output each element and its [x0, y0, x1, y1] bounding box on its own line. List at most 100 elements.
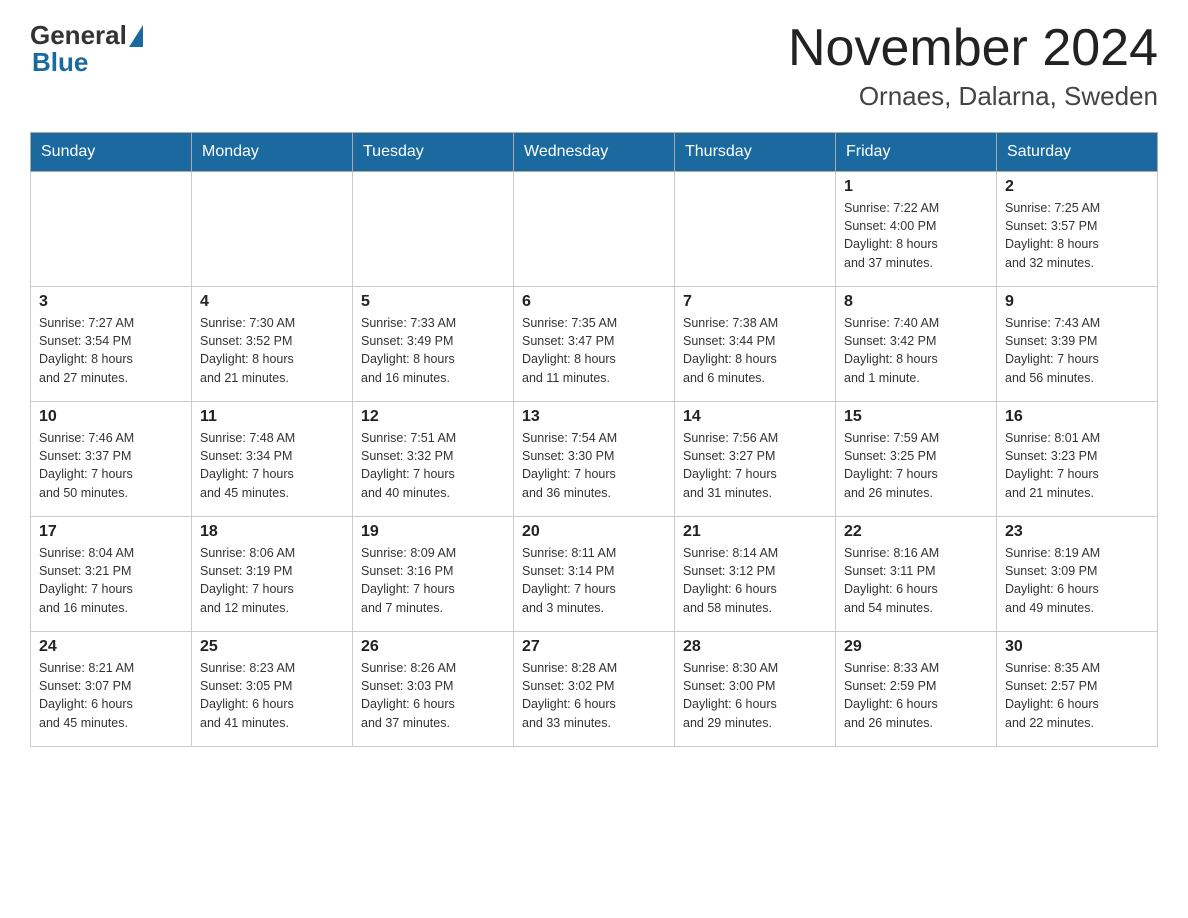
- day-number: 23: [1005, 523, 1149, 541]
- calendar-cell: 30 Sunrise: 8:35 AMSunset: 2:57 PMDayligh…: [997, 632, 1158, 747]
- week-row-3: 10 Sunrise: 7:46 AMSunset: 3:37 PMDayligh…: [31, 402, 1158, 517]
- day-number: 19: [361, 523, 505, 541]
- day-number: 7: [683, 293, 827, 311]
- day-number: 25: [200, 638, 344, 656]
- day-number: 17: [39, 523, 183, 541]
- day-number: 27: [522, 638, 666, 656]
- calendar-cell: 6 Sunrise: 7:35 AMSunset: 3:47 PMDaylight…: [514, 287, 675, 402]
- calendar-cell: 29Sunrise: 8:33 AMSunset: 2:59 PMDayligh…: [836, 632, 997, 747]
- day-number: 2: [1005, 178, 1149, 196]
- day-number: 21: [683, 523, 827, 541]
- day-number: 12: [361, 408, 505, 426]
- day-number: 26: [361, 638, 505, 656]
- day-info: Sunrise: 8:28 AMSunset: 3:02 PMDaylight:…: [522, 659, 666, 732]
- day-number: 24: [39, 638, 183, 656]
- day-info: Sunrise: 7:54 AMSunset: 3:30 PMDaylight:…: [522, 429, 666, 502]
- calendar-cell: 4 Sunrise: 7:30 AMSunset: 3:52 PMDaylight…: [192, 287, 353, 402]
- day-info: Sunrise: 8:01 AMSunset: 3:23 PMDaylight:…: [1005, 429, 1149, 502]
- calendar-cell: 1 Sunrise: 7:22 AMSunset: 4:00 PMDaylight…: [836, 172, 997, 287]
- calendar-cell: 14Sunrise: 7:56 AMSunset: 3:27 PMDayligh…: [675, 402, 836, 517]
- weekday-header-thursday: Thursday: [675, 133, 836, 172]
- calendar-cell: 27 Sunrise: 8:28 AMSunset: 3:02 PMDayligh…: [514, 632, 675, 747]
- day-number: 18: [200, 523, 344, 541]
- day-number: 16: [1005, 408, 1149, 426]
- week-row-2: 3Sunrise: 7:27 AMSunset: 3:54 PMDaylight…: [31, 287, 1158, 402]
- weekday-header-tuesday: Tuesday: [353, 133, 514, 172]
- calendar-cell: 22 Sunrise: 8:16 AMSunset: 3:11 PMDayligh…: [836, 517, 997, 632]
- weekday-header-sunday: Sunday: [31, 133, 192, 172]
- day-number: 20: [522, 523, 666, 541]
- calendar-cell: 19 Sunrise: 8:09 AMSunset: 3:16 PMDayligh…: [353, 517, 514, 632]
- calendar-cell: 23Sunrise: 8:19 AMSunset: 3:09 PMDayligh…: [997, 517, 1158, 632]
- day-info: Sunrise: 7:33 AMSunset: 3:49 PMDaylight:…: [361, 314, 505, 387]
- weekday-header-saturday: Saturday: [997, 133, 1158, 172]
- day-info: Sunrise: 8:06 AMSunset: 3:19 PMDaylight:…: [200, 544, 344, 617]
- calendar-cell: 26 Sunrise: 8:26 AMSunset: 3:03 PMDayligh…: [353, 632, 514, 747]
- day-info: Sunrise: 7:30 AMSunset: 3:52 PMDaylight:…: [200, 314, 344, 387]
- weekday-header-friday: Friday: [836, 133, 997, 172]
- calendar-cell: 9Sunrise: 7:43 AMSunset: 3:39 PMDaylight…: [997, 287, 1158, 402]
- calendar-cell: 21Sunrise: 8:14 AMSunset: 3:12 PMDayligh…: [675, 517, 836, 632]
- day-number: 11: [200, 408, 344, 426]
- calendar-cell: 10 Sunrise: 7:46 AMSunset: 3:37 PMDayligh…: [31, 402, 192, 517]
- day-number: 10: [39, 408, 183, 426]
- day-info: Sunrise: 8:26 AMSunset: 3:03 PMDaylight:…: [361, 659, 505, 732]
- page-header: General Blue November 2024 Ornaes, Dalar…: [30, 20, 1158, 112]
- calendar-cell: [31, 172, 192, 287]
- day-info: Sunrise: 7:48 AMSunset: 3:34 PMDaylight:…: [200, 429, 344, 502]
- day-number: 29: [844, 638, 988, 656]
- day-info: Sunrise: 8:16 AMSunset: 3:11 PMDaylight:…: [844, 544, 988, 617]
- day-info: Sunrise: 7:27 AMSunset: 3:54 PMDaylight:…: [39, 314, 183, 387]
- calendar-cell: 25 Sunrise: 8:23 AMSunset: 3:05 PMDayligh…: [192, 632, 353, 747]
- week-row-1: 1 Sunrise: 7:22 AMSunset: 4:00 PMDaylight…: [31, 172, 1158, 287]
- day-info: Sunrise: 7:51 AMSunset: 3:32 PMDaylight:…: [361, 429, 505, 502]
- logo-triangle-icon: [129, 25, 143, 47]
- calendar-cell: 16 Sunrise: 8:01 AMSunset: 3:23 PMDayligh…: [997, 402, 1158, 517]
- day-number: 15: [844, 408, 988, 426]
- calendar-cell: 20 Sunrise: 8:11 AMSunset: 3:14 PMDayligh…: [514, 517, 675, 632]
- day-number: 4: [200, 293, 344, 311]
- day-info: Sunrise: 8:23 AMSunset: 3:05 PMDaylight:…: [200, 659, 344, 732]
- day-number: 22: [844, 523, 988, 541]
- logo-blue-text: Blue: [32, 47, 88, 78]
- calendar-cell: [353, 172, 514, 287]
- weekday-header-wednesday: Wednesday: [514, 133, 675, 172]
- day-info: Sunrise: 8:09 AMSunset: 3:16 PMDaylight:…: [361, 544, 505, 617]
- day-info: Sunrise: 7:40 AMSunset: 3:42 PMDaylight:…: [844, 314, 988, 387]
- day-info: Sunrise: 8:11 AMSunset: 3:14 PMDaylight:…: [522, 544, 666, 617]
- title-block: November 2024 Ornaes, Dalarna, Sweden: [788, 20, 1158, 112]
- calendar-cell: 18 Sunrise: 8:06 AMSunset: 3:19 PMDayligh…: [192, 517, 353, 632]
- day-number: 14: [683, 408, 827, 426]
- day-info: Sunrise: 7:59 AMSunset: 3:25 PMDaylight:…: [844, 429, 988, 502]
- day-number: 28: [683, 638, 827, 656]
- calendar-cell: 13 Sunrise: 7:54 AMSunset: 3:30 PMDayligh…: [514, 402, 675, 517]
- day-info: Sunrise: 7:38 AMSunset: 3:44 PMDaylight:…: [683, 314, 827, 387]
- day-info: Sunrise: 7:46 AMSunset: 3:37 PMDaylight:…: [39, 429, 183, 502]
- day-number: 5: [361, 293, 505, 311]
- calendar-cell: 2Sunrise: 7:25 AMSunset: 3:57 PMDaylight…: [997, 172, 1158, 287]
- calendar-cell: [675, 172, 836, 287]
- day-info: Sunrise: 8:30 AMSunset: 3:00 PMDaylight:…: [683, 659, 827, 732]
- calendar-cell: [192, 172, 353, 287]
- day-info: Sunrise: 8:35 AMSunset: 2:57 PMDaylight:…: [1005, 659, 1149, 732]
- calendar-cell: 24Sunrise: 8:21 AMSunset: 3:07 PMDayligh…: [31, 632, 192, 747]
- calendar-cell: 8Sunrise: 7:40 AMSunset: 3:42 PMDaylight…: [836, 287, 997, 402]
- logo: General Blue: [30, 20, 143, 78]
- page-title: November 2024: [788, 20, 1158, 77]
- day-number: 6: [522, 293, 666, 311]
- calendar-cell: 12 Sunrise: 7:51 AMSunset: 3:32 PMDayligh…: [353, 402, 514, 517]
- calendar-cell: 15 Sunrise: 7:59 AMSunset: 3:25 PMDayligh…: [836, 402, 997, 517]
- day-info: Sunrise: 7:35 AMSunset: 3:47 PMDaylight:…: [522, 314, 666, 387]
- day-number: 1: [844, 178, 988, 196]
- calendar-cell: 7 Sunrise: 7:38 AMSunset: 3:44 PMDaylight…: [675, 287, 836, 402]
- calendar-header-row: SundayMondayTuesdayWednesdayThursdayFrid…: [31, 133, 1158, 172]
- weekday-header-monday: Monday: [192, 133, 353, 172]
- calendar-cell: 3Sunrise: 7:27 AMSunset: 3:54 PMDaylight…: [31, 287, 192, 402]
- calendar-cell: 28 Sunrise: 8:30 AMSunset: 3:00 PMDayligh…: [675, 632, 836, 747]
- calendar-cell: 17Sunrise: 8:04 AMSunset: 3:21 PMDayligh…: [31, 517, 192, 632]
- day-number: 13: [522, 408, 666, 426]
- calendar-cell: 11 Sunrise: 7:48 AMSunset: 3:34 PMDayligh…: [192, 402, 353, 517]
- day-info: Sunrise: 7:22 AMSunset: 4:00 PMDaylight:…: [844, 199, 988, 272]
- day-number: 30: [1005, 638, 1149, 656]
- calendar-cell: 5 Sunrise: 7:33 AMSunset: 3:49 PMDaylight…: [353, 287, 514, 402]
